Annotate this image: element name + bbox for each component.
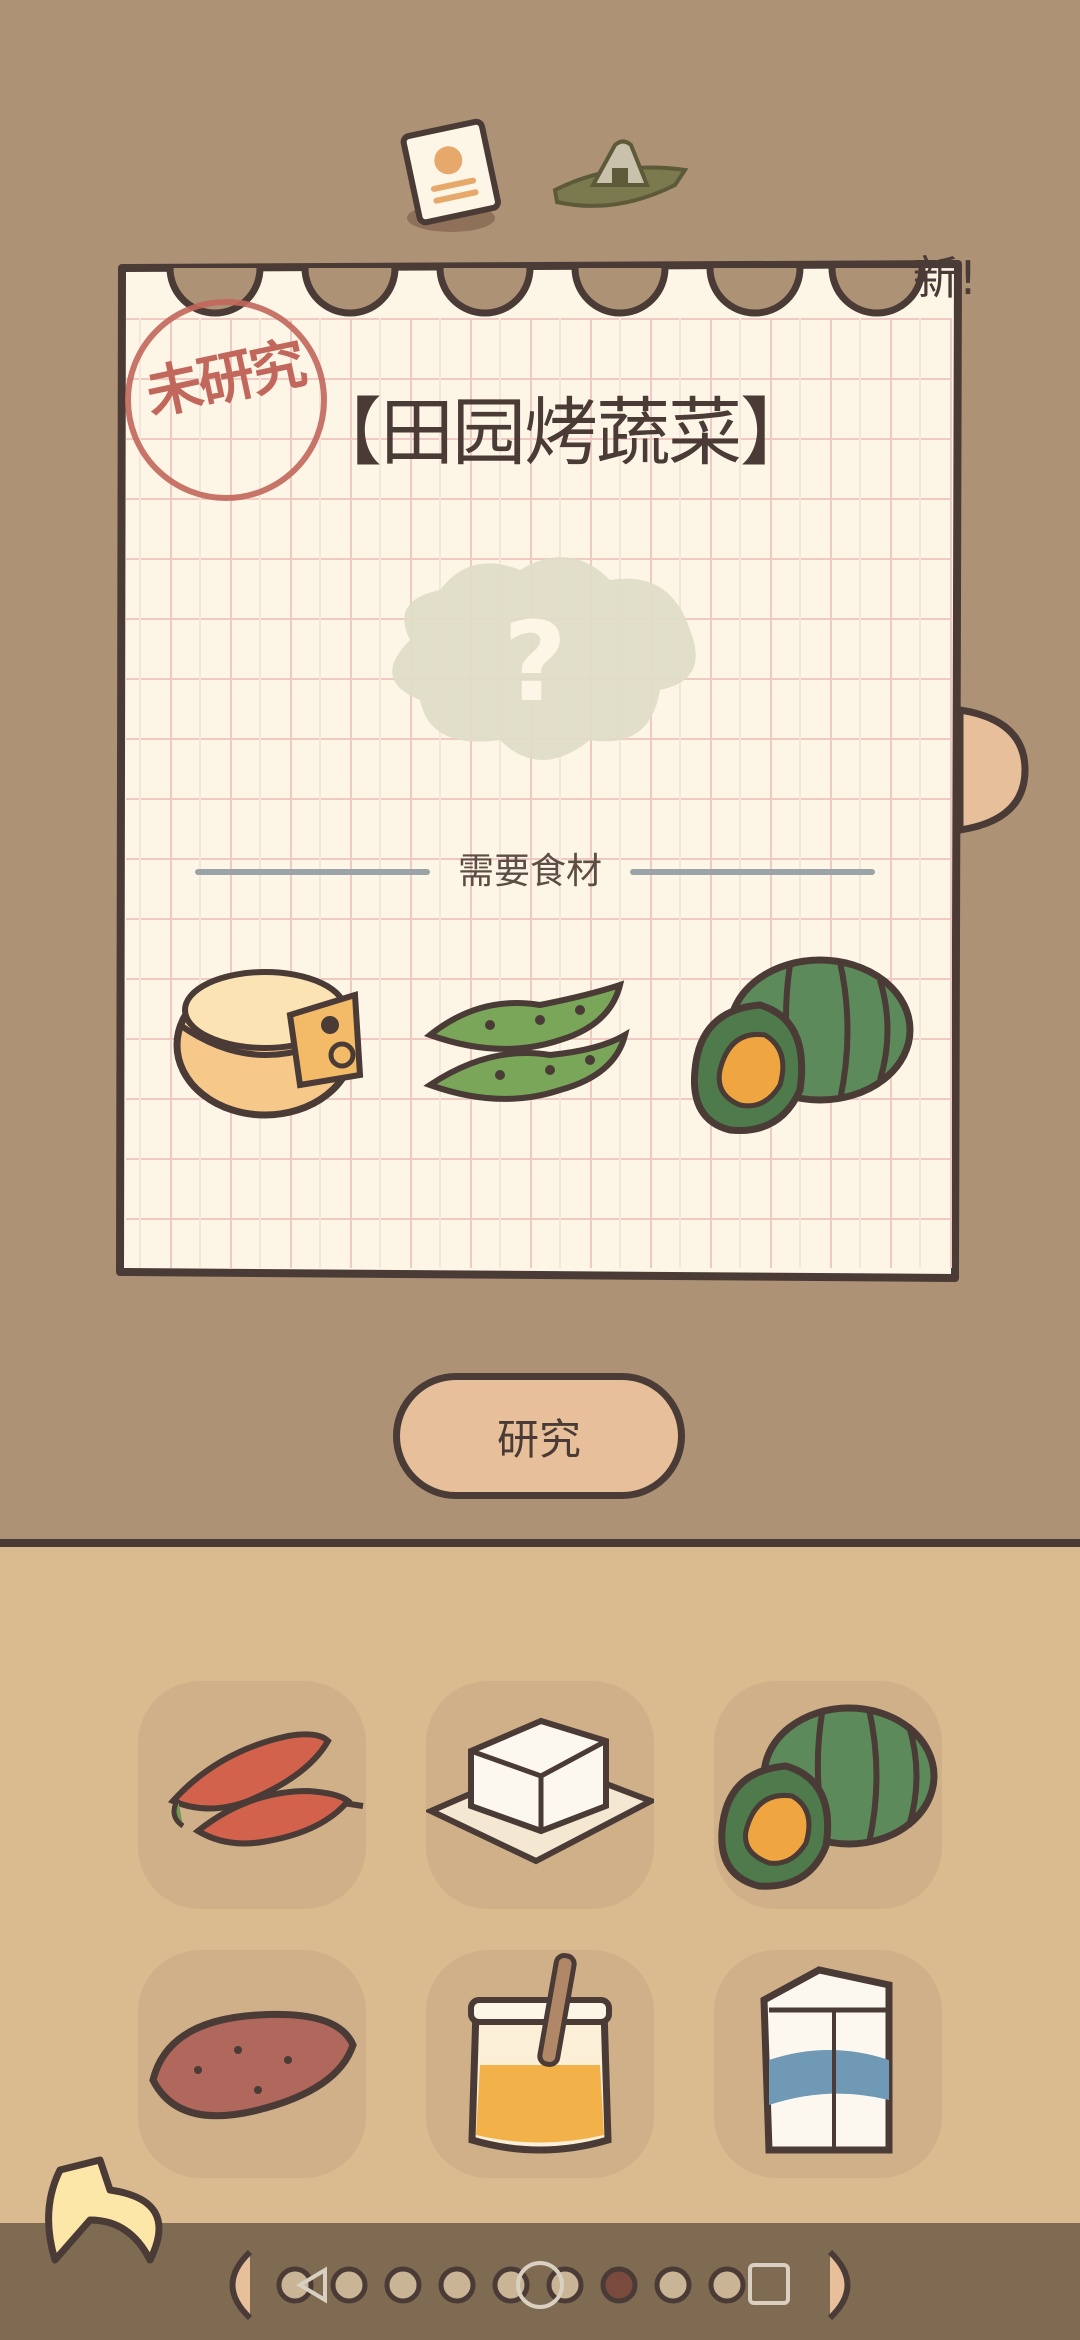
unknown-symbol: ? xyxy=(503,598,567,726)
pumpkin-icon xyxy=(718,1704,938,1890)
page-dot xyxy=(330,2266,368,2304)
chili-pepper-icon xyxy=(167,1731,364,1847)
system-recents-icon xyxy=(748,2263,790,2305)
research-button[interactable]: 研究 xyxy=(393,1373,685,1499)
prev-page-arrow-icon xyxy=(229,2249,253,2321)
next-page-tab-icon[interactable] xyxy=(950,700,1030,840)
pantry-slot-pumpkin[interactable] xyxy=(714,1681,942,1909)
ingredients-label: 需要食材 xyxy=(457,851,602,892)
pantry-slot-chili[interactable] xyxy=(138,1681,366,1909)
page-dot xyxy=(600,2266,638,2304)
back-arrow-icon[interactable] xyxy=(30,2150,190,2300)
pumpkin-icon xyxy=(690,956,914,1134)
new-badge: 新! xyxy=(912,251,978,305)
page-dot xyxy=(546,2266,584,2304)
page-dot xyxy=(438,2266,476,2304)
unknown-dish-icon: ? xyxy=(392,557,696,760)
cheese-icon xyxy=(173,969,364,1119)
pantry-slot-milk[interactable] xyxy=(714,1950,942,2178)
honey-jar-icon xyxy=(468,1953,612,2154)
next-page-arrow-icon xyxy=(827,2249,851,2321)
page-indicator[interactable] xyxy=(200,2240,880,2330)
page-dot xyxy=(708,2266,746,2304)
pantry-slot-honey[interactable] xyxy=(426,1950,654,2178)
page-dot xyxy=(654,2266,692,2304)
page-dot xyxy=(384,2266,422,2304)
divider-right xyxy=(630,869,875,875)
pantry-slot-tofu[interactable] xyxy=(426,1681,654,1909)
sweet-potato-icon xyxy=(149,2010,357,2120)
ingredient-pantry xyxy=(0,1539,1080,2239)
pantry-slot-sweet-potato[interactable] xyxy=(138,1950,366,2178)
tofu-icon xyxy=(426,1717,654,1865)
edamame-icon xyxy=(423,980,630,1102)
rice-ball-tab-icon[interactable] xyxy=(545,130,695,220)
divider-left xyxy=(195,869,430,875)
milk-carton-icon xyxy=(760,1966,893,2154)
recipe-card-tab-icon[interactable] xyxy=(396,118,506,238)
recipe-title: 【田园烤蔬菜】 xyxy=(308,390,814,476)
page-dot xyxy=(276,2266,314,2304)
